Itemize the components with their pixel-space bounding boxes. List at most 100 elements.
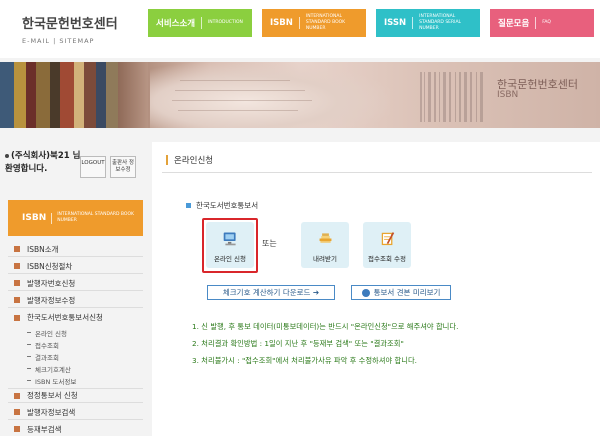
sidebar-item-label: 한국도서번호통보서신청	[27, 313, 103, 322]
sidebar-item-publisher-search[interactable]: 발행자정보검색	[8, 405, 143, 420]
receipt-edit-tile[interactable]: 접수조회 수정	[363, 222, 411, 268]
sidebar-item-registry-search[interactable]: 등재부검색	[8, 422, 143, 436]
nav-faq-button[interactable]: 질문모음 FAQ	[490, 9, 594, 37]
bullet-icon	[14, 280, 20, 286]
nav-divider	[412, 17, 414, 29]
header: 한국문헌번호센터 E-MAIL | SITEMAP 서비스소개 INTRODUC…	[0, 0, 600, 58]
square-bullet-icon	[186, 203, 191, 208]
site-logo[interactable]: 한국문헌번호센터 E-MAIL | SITEMAP	[22, 13, 132, 45]
book-spine	[36, 62, 50, 128]
section-title: 온라인신청	[166, 154, 213, 166]
sidebar-subitem-online-apply[interactable]: 온라인 신청	[27, 327, 67, 338]
nav-label: 서비스소개	[156, 19, 196, 29]
book-spine	[106, 62, 118, 128]
isbn-label: ISBN	[22, 213, 47, 223]
sidebar-item-label: 발행자번호신청	[27, 278, 76, 288]
subitem-label: 결과조회	[35, 353, 59, 362]
book-spine	[60, 62, 74, 128]
sidebar-subitem-isbn-book-info[interactable]: ISBN 도서정보	[27, 375, 76, 386]
check-digit-download-button[interactable]: 체크기호 계산하기 다운로드 ➔	[207, 285, 335, 300]
dash-icon	[27, 356, 31, 357]
online-apply-tile[interactable]: 온라인 신청	[206, 222, 254, 268]
computer-icon	[223, 232, 236, 246]
bullet-icon	[5, 153, 9, 158]
notice-sample-preview-button[interactable]: 통보서 견본 미리보기	[351, 285, 451, 300]
main-content: 온라인신청 한국도서번호통보서 온라인 신청 또는 내려받기 접수조회 수정 체…	[152, 142, 600, 436]
nav-label: ISBN	[270, 18, 293, 28]
bullet-icon	[14, 246, 20, 252]
nav-isbn-button[interactable]: ISBN INTERNATIONAL STANDARD BOOK NUMBER	[262, 9, 366, 37]
nav-divider	[535, 17, 537, 29]
dash-icon	[27, 332, 31, 333]
sidebar-item-label: 정정통보서 신청	[27, 391, 78, 400]
sidebar-subitem-check-digit[interactable]: 체크기호계산	[27, 363, 71, 374]
section-divider	[162, 172, 592, 173]
tile-label: 접수조회 수정	[368, 255, 406, 263]
download-icon	[319, 233, 332, 243]
sidebar: (주식회사)북21 님 환영합니다. LOGOUT 출판사 정보수정 ISBN …	[0, 142, 148, 436]
barcode-bar	[455, 72, 456, 122]
logout-label: LOGOUT	[81, 160, 105, 166]
page-line	[178, 110, 298, 111]
nav-label: ISSN	[384, 18, 407, 28]
book-spine	[0, 62, 14, 128]
nav-sublabel: FAQ	[542, 20, 551, 25]
book-spine	[14, 62, 26, 128]
subitem-label: 체크기호계산	[35, 365, 71, 374]
page-line	[175, 90, 305, 91]
dash-icon	[27, 368, 31, 369]
download-tile[interactable]: 내려받기	[301, 222, 349, 268]
book-spine	[118, 62, 148, 128]
barcode-bar	[428, 72, 431, 122]
barcode-bar	[439, 72, 440, 122]
barcode-bar	[470, 72, 472, 122]
tile-label: 내려받기	[313, 255, 337, 263]
sidebar-subitem-result-check[interactable]: 결과조회	[27, 351, 59, 362]
bullet-icon	[14, 426, 20, 432]
title-bar-icon	[166, 155, 168, 165]
nav-issn-button[interactable]: ISSN INTERNATIONAL STANDARD SERIAL NUMBE…	[376, 9, 480, 37]
nav-divider	[201, 17, 202, 29]
barcode-bar	[459, 72, 461, 122]
sidebar-item-correction[interactable]: 정정통보서 신청	[8, 388, 143, 403]
sidebar-item-isbn-intro[interactable]: ISBN소개	[8, 242, 143, 257]
dash-icon	[27, 380, 31, 381]
dash-icon	[27, 344, 31, 345]
welcome-message: (주식회사)북21 님 환영합니다.	[5, 150, 85, 176]
barcode-bar	[464, 72, 467, 122]
nav-divider	[298, 17, 300, 29]
book-spine	[84, 62, 96, 128]
sidebar-item-notice-apply[interactable]: 한국도서번호통보서신청	[8, 310, 143, 325]
bullet-icon	[14, 314, 20, 321]
nav-sublabel: INTERNATIONAL STANDARD BOOK NUMBER	[305, 14, 346, 31]
sidebar-subitem-receipt-check[interactable]: 접수조회	[27, 339, 59, 350]
nav-label: 질문모음	[498, 19, 530, 29]
note-line: 2. 처리결과 확인방법 : 1일이 지난 후 "등재부 검색" 또는 "결과조…	[192, 339, 404, 348]
barcode-bar	[476, 72, 477, 122]
subitem-label: 온라인 신청	[35, 329, 67, 338]
isbn-divider	[51, 212, 53, 224]
book-spine	[50, 62, 60, 128]
sidebar-item-publisher-edit[interactable]: 발행자정보수정	[8, 293, 143, 308]
subsection-title-text: 한국도서번호통보서	[196, 201, 259, 210]
book-spine	[96, 62, 106, 128]
sidebar-item-isbn-process[interactable]: ISBN신청절차	[8, 259, 143, 274]
book-spine	[74, 62, 84, 128]
nav-sublabel: INTERNATIONAL STANDARD SERIAL NUMBER	[419, 14, 462, 31]
logo-links[interactable]: E-MAIL | SITEMAP	[22, 37, 132, 45]
open-book-image	[150, 62, 390, 128]
nav-introduction-button[interactable]: 서비스소개 INTRODUCTION	[148, 9, 252, 37]
welcome-text: (주식회사)북21 님 환영합니다.	[5, 151, 81, 174]
bullet-icon	[14, 263, 20, 269]
barcode-bar	[443, 72, 446, 122]
nav-sublabel: INTRODUCTION	[207, 20, 243, 25]
isbn-sublabel: INTERNATIONAL STANDARD BOOK NUMBER	[57, 212, 134, 223]
barcode-bar	[434, 72, 436, 122]
logout-button[interactable]: LOGOUT	[80, 156, 106, 178]
edit-publisher-button[interactable]: 출판사 정보수정	[110, 156, 136, 178]
bullet-icon	[14, 409, 20, 415]
barcode-bar	[449, 72, 451, 122]
page-line	[180, 80, 290, 81]
subitem-label: 접수조회	[35, 341, 59, 350]
sidebar-item-publisher-number[interactable]: 발행자번호신청	[8, 276, 143, 291]
